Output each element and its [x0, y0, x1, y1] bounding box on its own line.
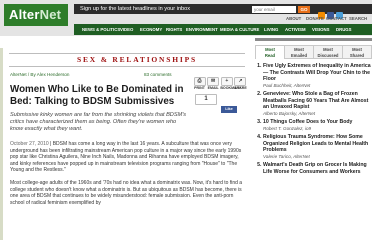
newsletter-bar: Sign up for the latest headlines in your…	[74, 4, 372, 19]
nav-item-economy[interactable]: ECONOMY	[140, 24, 162, 35]
print-label: PRINT	[194, 86, 205, 90]
list-item: 3. 10 Things Coffee Does to Your Body Rob…	[255, 119, 372, 132]
list-item-number: 4.	[257, 134, 262, 140]
facebook-like-count: 1	[195, 94, 217, 105]
bookmark-label: BOOKMARK	[220, 86, 242, 90]
share-button[interactable]: ↗ SHARE	[234, 77, 247, 91]
nav-item-activism[interactable]: ACTIVISM	[285, 24, 306, 35]
newsletter-go-button[interactable]: GO	[298, 5, 310, 13]
article-paragraph: Most college-age adults of the 1960s and…	[10, 179, 243, 206]
newsletter-email-input[interactable]	[252, 5, 296, 13]
sidebar-ad-strip[interactable]	[255, 38, 372, 41]
logo-text-net: Net	[39, 7, 62, 22]
nav-item-media-culture[interactable]: MEDIA & CULTURE	[220, 24, 259, 35]
newsletter-signup-text: Sign up for the latest headlines in your…	[80, 6, 191, 12]
list-item-author: Valerie Tarico, AlterNet	[263, 153, 310, 159]
article-body: October 27, 2010 | BDSM has come a long …	[10, 141, 246, 212]
list-item: 2. Genevieve: Who Stole a Bag of Frozen …	[255, 91, 372, 117]
email-label: EMAIL	[207, 86, 219, 90]
list-item: 5. Walmart's Death Grip on Grocer Is Mak…	[255, 162, 372, 175]
nav-item-video[interactable]: VIDEO	[120, 24, 133, 35]
logo-text-alter: Alter	[9, 7, 40, 22]
nav-item-news-politics[interactable]: NEWS & POLITICS	[82, 24, 120, 35]
utility-links: ABOUT DONATE CONTACT SEARCH	[146, 15, 372, 23]
tab-most-read[interactable]: Most Read	[255, 45, 284, 59]
popular-list: 1. Five Ugly Extremes of Inequality in A…	[255, 63, 372, 175]
tab-most-shared[interactable]: Most Shared	[342, 45, 372, 59]
tab-most-emailed[interactable]: Most Emailed	[284, 45, 313, 59]
list-item: 4. Religious Trauma Syndrome: How Some O…	[255, 134, 372, 160]
utility-link-about[interactable]: ABOUT	[286, 15, 301, 23]
section-divider-bottom	[9, 66, 245, 67]
list-item-number: 5.	[257, 162, 262, 168]
tab-most-read-line2: Read	[264, 52, 276, 58]
email-button[interactable]: ✉ EMAIL	[207, 77, 220, 91]
list-item-title[interactable]: Walmart's Death Grip on Grocer Is Making…	[263, 162, 372, 175]
comments-link[interactable]: 83 comments	[144, 72, 172, 78]
print-icon: ⎙	[193, 77, 206, 86]
site-header: AlterNet Sign up for the latest headline…	[0, 0, 372, 36]
left-ad-strip[interactable]	[0, 48, 3, 240]
right-sidebar: Most Read Most Emailed Most Discussed Most S…	[255, 38, 372, 177]
list-item-author: Paul Buchheit, AlterNet	[263, 82, 311, 88]
article-headline: Women Who Like to Be Dominated in Bed: T…	[10, 84, 184, 107]
list-item-title[interactable]: Religious Trauma Syndrome: How Some Orga…	[263, 134, 372, 154]
share-tools: ⎙ PRINT ✉ EMAIL + BOOKMARK ↗ SHARE 1 Lik…	[193, 77, 247, 113]
nav-item-visions[interactable]: VISIONS	[312, 24, 329, 35]
nav-item-living[interactable]: LIVING	[264, 24, 278, 35]
email-icon: ✉	[207, 77, 220, 86]
utility-link-contact[interactable]: CONTACT	[326, 15, 347, 23]
list-item-title[interactable]: Genevieve: Who Stole a Bag of Frozen Mea…	[263, 91, 372, 111]
article-byline[interactable]: AlterNet / By Alex Henderson	[10, 72, 70, 78]
nav-item-environment[interactable]: ENVIRONMENT	[186, 24, 218, 35]
section-title[interactable]: SEX & RELATIONSHIPS	[26, 55, 248, 65]
tab-most-emailed-line2: Emailed	[290, 52, 308, 58]
alternet-logo[interactable]: AlterNet	[4, 4, 68, 26]
tab-most-shared-line2: Shared	[349, 52, 365, 58]
print-button[interactable]: ⎙ PRINT	[193, 77, 206, 91]
article-date: October 27, 2010	[10, 141, 49, 147]
list-item-author: Alberto Bajorsky, AlterNet	[263, 110, 316, 116]
list-item-number: 2.	[257, 91, 262, 97]
nav-item-drugs[interactable]: DRUGS	[336, 24, 352, 35]
article-dek: Submissive kinky women are far from the …	[10, 112, 187, 132]
tab-most-discussed[interactable]: Most Discussed	[313, 45, 342, 59]
bookmark-button[interactable]: + BOOKMARK	[220, 77, 242, 91]
list-item-number: 3.	[257, 119, 262, 125]
list-item-author: Robert T. Gonzalez, io9	[263, 125, 312, 131]
section-divider-top	[9, 53, 245, 54]
utility-link-search[interactable]: SEARCH	[349, 15, 367, 23]
list-item-title[interactable]: Five Ugly Extremes of Inequality in Amer…	[263, 63, 372, 83]
bookmark-icon: +	[220, 77, 233, 86]
list-item-number: 1.	[257, 63, 262, 69]
nav-item-rights[interactable]: RIGHTS	[166, 24, 182, 35]
popular-tabs: Most Read Most Emailed Most Discussed Most S…	[255, 45, 372, 59]
utility-link-donate[interactable]: DONATE	[306, 15, 324, 23]
share-label: SHARE	[234, 86, 247, 90]
list-item: 1. Five Ugly Extremes of Inequality in A…	[255, 63, 372, 89]
tab-most-discussed-line2: Discussed	[317, 52, 339, 58]
article-paragraph: October 27, 2010 | BDSM has come a long …	[10, 141, 246, 174]
main-nav: NEWS & POLITICS VIDEO ECONOMY RIGHTS ENV…	[74, 24, 372, 35]
facebook-like-button[interactable]: Like	[221, 106, 237, 113]
share-icon: ↗	[234, 77, 247, 86]
